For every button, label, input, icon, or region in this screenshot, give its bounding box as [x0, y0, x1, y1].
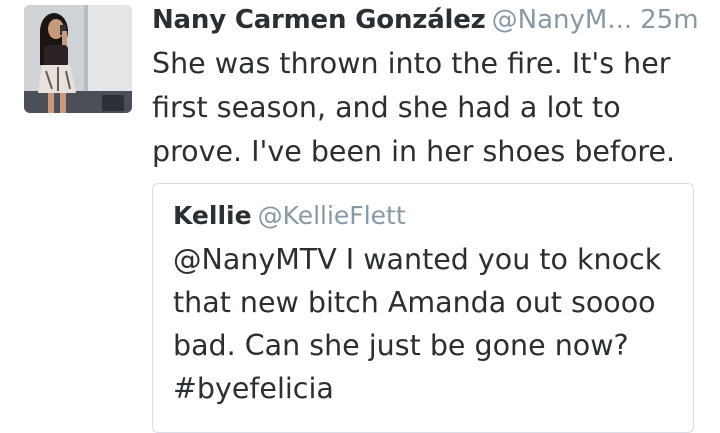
author-name[interactable]: Nany Carmen González — [152, 5, 486, 35]
author-avatar[interactable] — [24, 5, 132, 113]
quoted-author-handle: @KellieFlett — [257, 201, 406, 230]
quoted-tweet-text: @NanyMTV I wanted you to knock that new … — [173, 243, 662, 405]
author-handle[interactable]: @NanyM... — [492, 5, 632, 35]
profile-photo-icon — [24, 5, 132, 113]
tweet-text: She was thrown into the fire. It's her f… — [152, 47, 676, 168]
tweet-header: Nany Carmen González @NanyM... 25m — [152, 2, 712, 42]
tweet-timestamp[interactable]: 25m — [640, 5, 698, 35]
quoted-tweet-header: Kellie @KellieFlett — [173, 198, 406, 234]
quoted-author-name: Kellie — [173, 201, 252, 230]
quoted-tweet-card[interactable]: Kellie @KellieFlett @NanyMTV I wanted you… — [152, 183, 694, 433]
tweet[interactable]: Nany Carmen González @NanyM... 25m She was… — [0, 0, 720, 433]
